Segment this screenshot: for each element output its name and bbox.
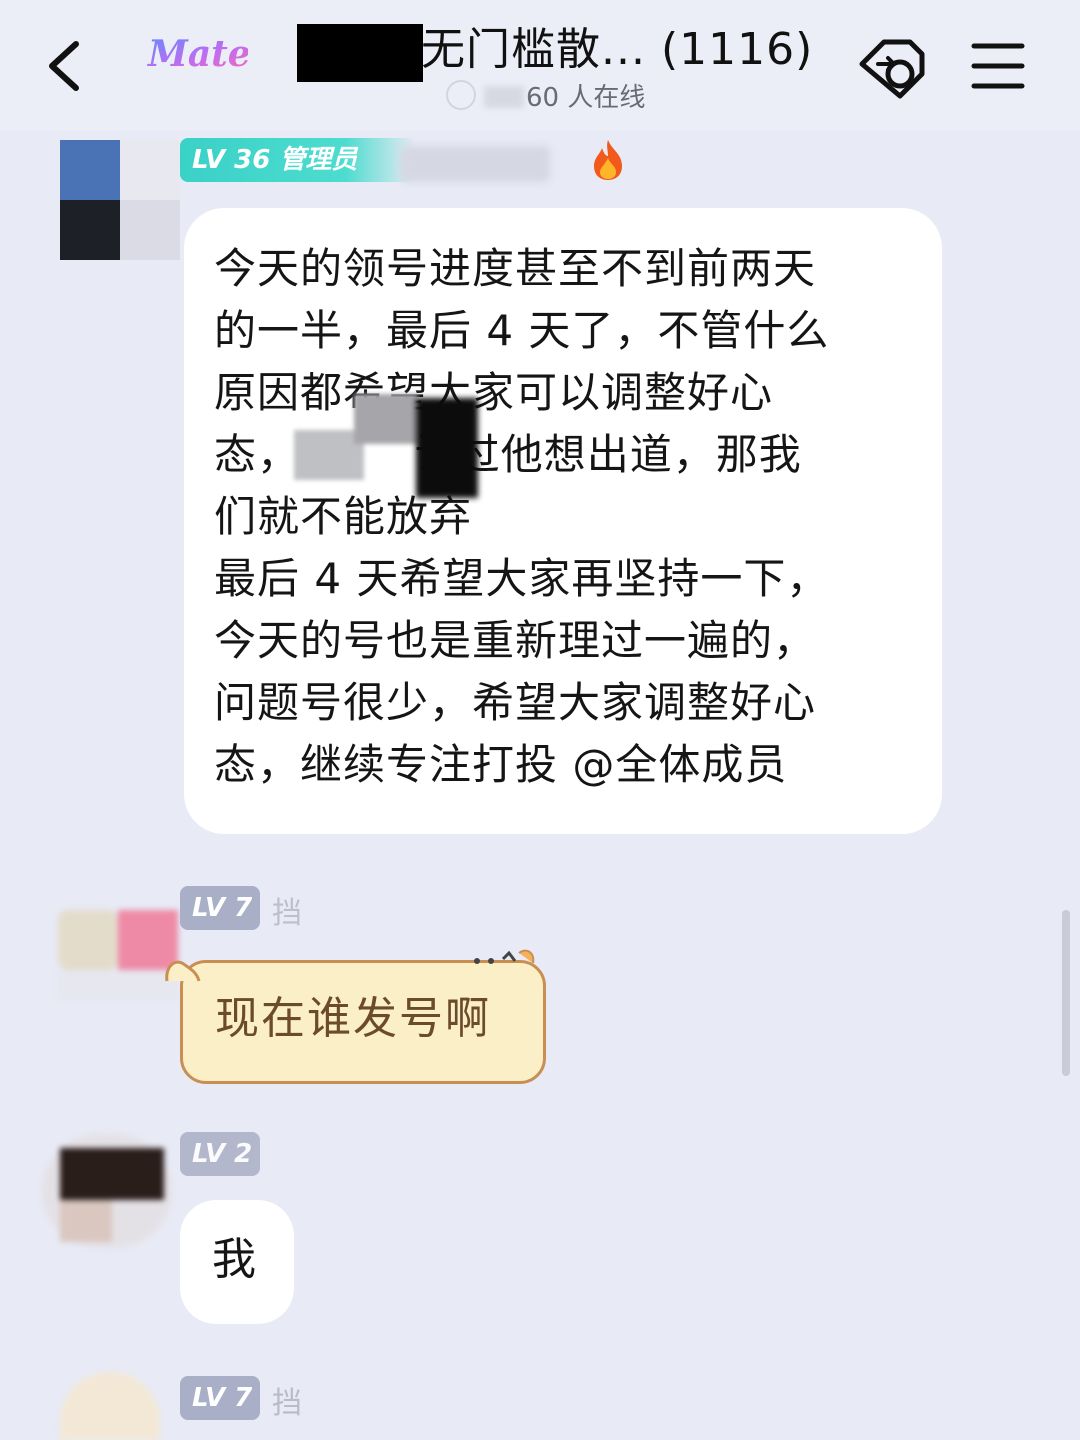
name-redaction-dark: [416, 398, 478, 498]
message-text: 今天的领号进度甚至不到前两天 的一半，最后 4 天了，不管什么 原因都希望大家可…: [214, 244, 830, 789]
fire-icon: [594, 140, 622, 180]
menu-icon[interactable]: [970, 40, 1026, 92]
message-bubble-admin[interactable]: 今天的领号进度甚至不到前两天 的一半，最后 4 天了，不管什么 原因都希望大家可…: [184, 208, 942, 834]
message-text: 我: [212, 1234, 256, 1285]
group-title[interactable]: 无门槛散... (1116): [421, 18, 813, 82]
title-redaction: [297, 24, 423, 82]
back-chevron-icon[interactable]: [40, 38, 90, 94]
level-badge: LV 7: [180, 1376, 260, 1420]
message-bubble-cat[interactable]: 现在谁发号啊: [165, 949, 546, 1084]
level-badge: LV 7: [180, 886, 260, 930]
avatar-user-4[interactable]: [60, 1372, 160, 1440]
scrollbar[interactable]: [1062, 910, 1070, 1076]
avatar-admin[interactable]: [40, 140, 180, 280]
avatar-user-2[interactable]: [58, 880, 178, 1000]
tag-icon[interactable]: [854, 34, 928, 100]
message-bubble-reply[interactable]: 我: [180, 1200, 294, 1324]
svg-text:Matey: Matey: [146, 33, 248, 75]
cat-ear-icon: [165, 960, 201, 982]
online-count-redaction: [484, 86, 524, 108]
sender-name-fragment: 挡: [272, 1386, 302, 1421]
message-text: 现在谁发号啊: [215, 993, 491, 1044]
name-redaction-grey-2: [354, 394, 418, 444]
avatar-user-3[interactable]: [42, 1134, 172, 1248]
admin-level-badge: LV 36 管理员: [180, 138, 416, 182]
online-count: 60 人在线: [526, 83, 646, 113]
app-logo[interactable]: Matey: [144, 22, 248, 86]
sender-name-redaction: [400, 146, 550, 182]
online-people-icon: [446, 80, 476, 110]
chat-header: Matey 无门槛散... (1116) 60 人在线: [0, 0, 1080, 130]
level-badge: LV 2: [180, 1132, 260, 1176]
cat-face-icon: [474, 949, 535, 964]
sender-name-fragment: 挡: [272, 896, 302, 931]
online-status: 60 人在线: [446, 80, 645, 116]
